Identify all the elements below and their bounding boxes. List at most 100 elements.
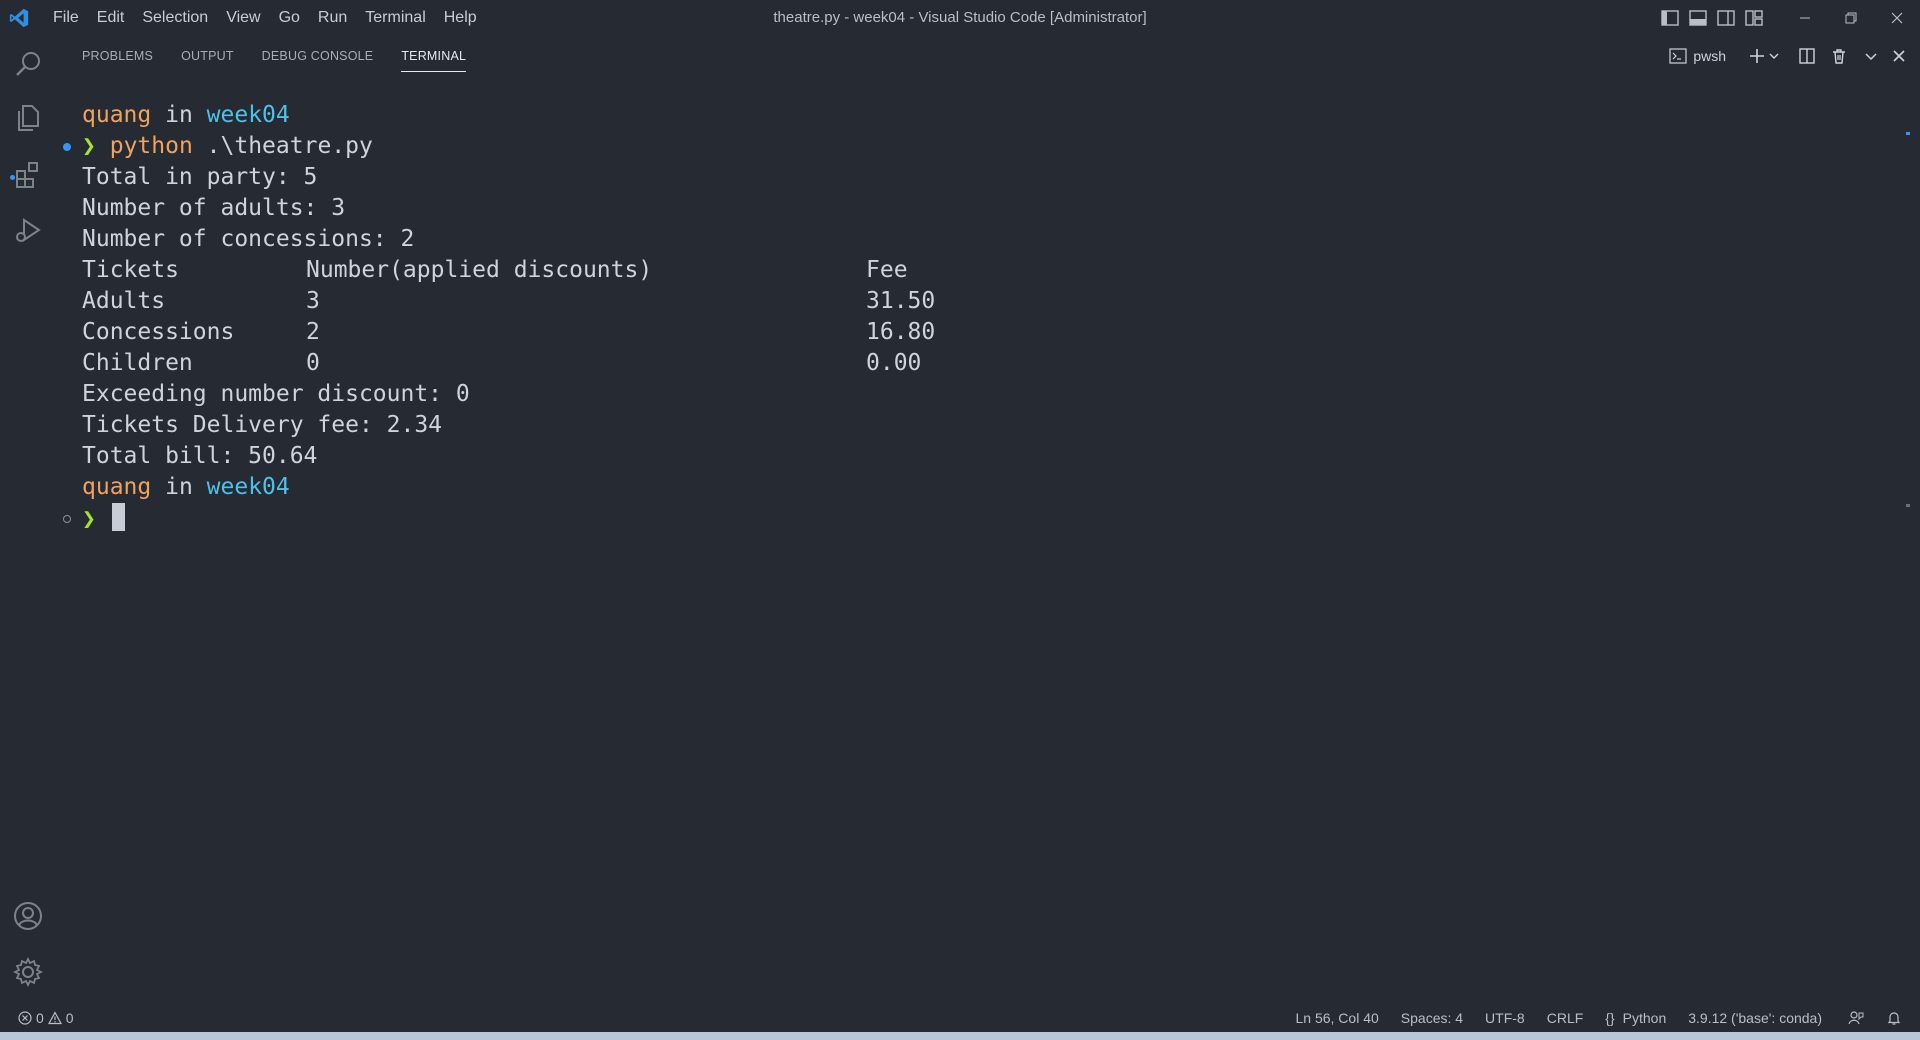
extensions-update-dot — [10, 175, 15, 180]
indentation[interactable]: Spaces: 4 — [1401, 1010, 1463, 1026]
error-icon — [18, 1011, 32, 1025]
panel-header: PROBLEMS OUTPUT DEBUG CONSOLE TERMINAL p… — [56, 36, 1920, 76]
settings-gear-icon[interactable] — [12, 956, 44, 988]
minimize-button[interactable] — [1782, 0, 1828, 36]
output-line: Tickets Delivery fee: 2.34 — [82, 412, 443, 438]
tab-output[interactable]: OUTPUT — [167, 36, 248, 76]
table-cell: Tickets — [82, 257, 179, 283]
scrollbar-marker — [1906, 504, 1910, 507]
output-line: Number of adults: 3 — [82, 195, 346, 221]
prompt-line: quang in week04 — [82, 100, 1882, 131]
table-cell: 0 — [306, 350, 320, 376]
scrollbar-marker — [1906, 132, 1910, 135]
table-cell: Concessions — [82, 319, 235, 345]
new-terminal-icon[interactable] — [1748, 47, 1766, 65]
terminal-shell-selector[interactable]: pwsh — [1669, 48, 1726, 64]
search-icon[interactable] — [12, 48, 44, 80]
command-arg: .\theatre.py — [206, 133, 373, 159]
restore-button[interactable] — [1828, 0, 1874, 36]
command-line: ❯ python .\theatre.py — [63, 131, 1882, 162]
table-cell: Number(applied discounts) — [306, 257, 653, 283]
table-row: Concessions 2 16.80 — [82, 317, 1882, 348]
output-line: Number of concessions: 2 — [82, 226, 415, 252]
toggle-secondary-sidebar-icon[interactable] — [1716, 9, 1736, 27]
output-line: Total bill: 50.64 — [82, 443, 318, 469]
title-bar: File Edit Selection View Go Run Terminal… — [0, 0, 1920, 36]
cursor-position[interactable]: Ln 56, Col 40 — [1295, 1010, 1378, 1026]
prompt-user: quang — [82, 474, 152, 500]
extensions-icon[interactable] — [12, 158, 44, 190]
terminal-icon — [1669, 48, 1687, 64]
table-row: Adults 3 31.50 — [82, 286, 1882, 317]
encoding[interactable]: UTF-8 — [1485, 1010, 1525, 1026]
terminal-output[interactable]: quang in week04 ❯ python .\theatre.py To… — [63, 100, 1882, 534]
prompt-dir: week04 — [206, 474, 290, 500]
maximize-panel-icon[interactable] — [1862, 47, 1880, 65]
python-interpreter[interactable]: 3.9.12 ('base': conda) — [1688, 1010, 1822, 1026]
status-right: Ln 56, Col 40 Spaces: 4 UTF-8 CRLF {} Pyt… — [1273, 1010, 1902, 1026]
table-cell: 0.00 — [866, 350, 922, 376]
menu-run[interactable]: Run — [309, 9, 356, 27]
menu-view[interactable]: View — [217, 9, 269, 27]
explorer-icon[interactable] — [12, 102, 44, 134]
end-of-line[interactable]: CRLF — [1547, 1010, 1584, 1026]
menu-bar: File Edit Selection View Go Run Terminal… — [44, 9, 486, 27]
menu-file[interactable]: File — [44, 9, 88, 27]
prompt-dir: week04 — [206, 102, 290, 128]
warning-count: 0 — [65, 1010, 74, 1026]
menu-go[interactable]: Go — [270, 9, 309, 27]
close-window-button[interactable] — [1874, 0, 1920, 36]
chevron-down-icon[interactable] — [1768, 47, 1780, 65]
tab-terminal[interactable]: TERMINAL — [387, 36, 480, 76]
output-line: Total in party: 5 — [82, 164, 318, 190]
problems-status[interactable]: 0 0 — [18, 1010, 74, 1026]
accounts-icon[interactable] — [12, 900, 44, 932]
table-header-row: Tickets Number(applied discounts) Fee — [82, 255, 1882, 286]
restore-icon — [1845, 12, 1857, 24]
trash-icon[interactable] — [1830, 47, 1848, 65]
braces-icon: {} — [1605, 1010, 1615, 1026]
table-cell: Children — [82, 350, 193, 376]
status-bar: 0 0 Ln 56, Col 40 Spaces: 4 UTF-8 CRLF {… — [0, 1000, 1920, 1036]
split-terminal-icon[interactable] — [1798, 47, 1816, 65]
table-cell: 31.50 — [866, 288, 936, 314]
vscode-logo-icon[interactable] — [8, 7, 30, 29]
menu-terminal[interactable]: Terminal — [356, 9, 434, 27]
output-line: Exceeding number discount: 0 — [82, 381, 470, 407]
tab-problems[interactable]: PROBLEMS — [68, 36, 167, 76]
command-name: python — [109, 133, 193, 159]
shell-name: pwsh — [1693, 48, 1726, 64]
feedback-icon[interactable] — [1848, 1010, 1864, 1026]
prompt-line: quang in week04 — [82, 472, 1882, 503]
table-cell: 2 — [306, 319, 320, 345]
prompt-symbol: ❯ — [82, 506, 96, 532]
prompt-in: in — [165, 102, 193, 128]
menu-edit[interactable]: Edit — [88, 9, 134, 27]
minimize-icon — [1800, 17, 1810, 19]
language-mode[interactable]: {} Python — [1605, 1010, 1666, 1026]
warning-icon — [47, 1011, 62, 1025]
menu-selection[interactable]: Selection — [133, 9, 217, 27]
activity-bar — [0, 36, 56, 1000]
toggle-primary-sidebar-icon[interactable] — [1660, 9, 1680, 27]
menu-help[interactable]: Help — [435, 9, 486, 27]
command-pending-decoration — [63, 515, 71, 523]
notifications-bell-icon[interactable] — [1886, 1010, 1902, 1026]
table-cell: Fee — [866, 257, 908, 283]
table-cell: 3 — [306, 288, 320, 314]
title-controls — [1660, 0, 1920, 36]
toggle-panel-icon[interactable] — [1688, 9, 1708, 27]
panel-actions: pwsh — [1669, 36, 1908, 76]
taskbar-edge — [0, 1032, 1920, 1040]
close-panel-icon[interactable] — [1890, 47, 1908, 65]
error-count: 0 — [36, 1010, 44, 1026]
customize-layout-icon[interactable] — [1744, 9, 1764, 27]
terminal-cursor — [111, 503, 125, 531]
run-debug-icon[interactable] — [12, 214, 44, 246]
table-row: Children 0 0.00 — [82, 348, 1882, 379]
language-label: Python — [1622, 1010, 1667, 1026]
tab-debug-console[interactable]: DEBUG CONSOLE — [248, 36, 388, 76]
command-success-decoration[interactable] — [63, 143, 71, 151]
input-line: ❯ — [63, 503, 1882, 534]
prompt-symbol: ❯ — [82, 133, 96, 159]
